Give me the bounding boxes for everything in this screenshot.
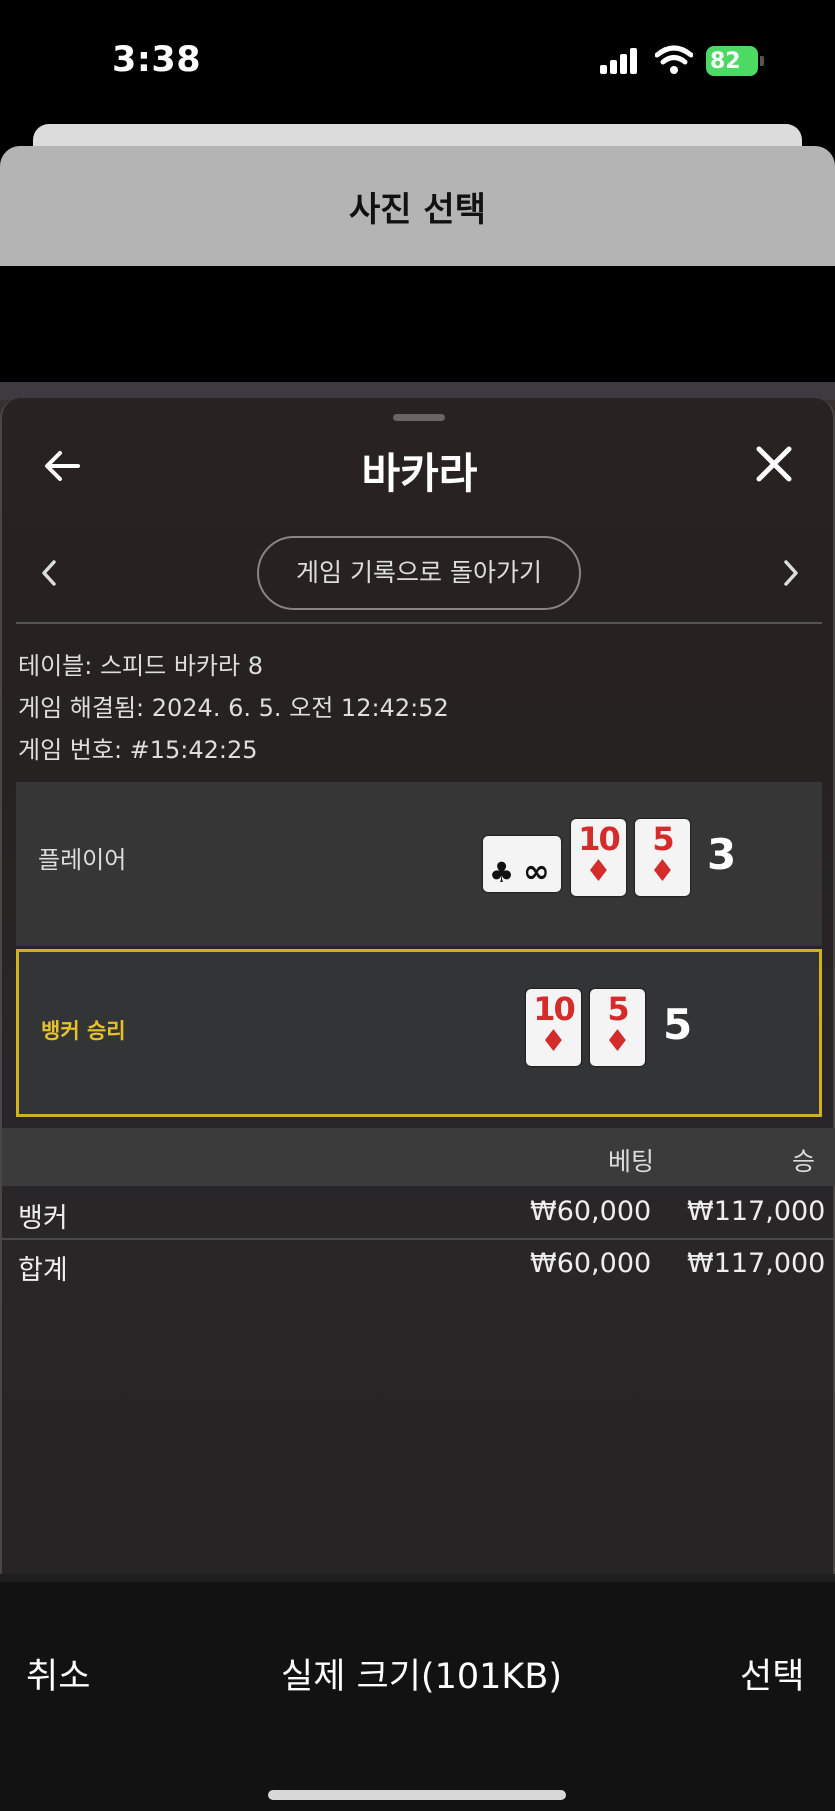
status-time: 3:38: [112, 40, 202, 80]
cellular-signal-icon: [600, 48, 640, 74]
divider: [16, 622, 822, 624]
banker-win-label: 뱅커 승리: [41, 1019, 126, 1043]
player-card-1: 10 ♦: [571, 819, 626, 896]
table-row: 합계 ₩60,000 ₩117,000: [2, 1240, 835, 1290]
row-bet: ₩60,000: [530, 1248, 652, 1279]
player-card-2: 5 ♦: [635, 819, 690, 896]
battery-level: 82: [710, 49, 741, 74]
player-hand-row: 플레이어 ♣ ∞ 10 ♦ 5 ♦ 3: [16, 782, 822, 946]
diamond-suit-icon: ♦: [649, 854, 676, 889]
resolved-time: 게임 해결됨: 2024. 6. 5. 오전 12:42:52: [18, 694, 449, 722]
row-label: 합계: [18, 1255, 68, 1286]
row-bet: ₩60,000: [530, 1196, 652, 1227]
banker-card-2: 5 ♦: [590, 989, 645, 1066]
banker-score: 5: [663, 1000, 693, 1049]
game-detail-panel: 바카라 게임 기록으로 돌아가기 테이블: 스피드 바카라 8 게임 해결됨: …: [0, 398, 835, 1574]
wifi-icon: [655, 45, 693, 74]
card-rank: 10: [578, 820, 621, 858]
diamond-suit-icon: ♦: [585, 854, 612, 889]
status-bar: 3:38 82: [0, 0, 835, 125]
actual-size-button[interactable]: 실제 크기(101KB): [281, 1648, 562, 1699]
cancel-button[interactable]: 취소: [26, 1648, 90, 1699]
table-row: 뱅커 ₩60,000 ₩117,000: [2, 1188, 835, 1238]
card-rank: 10: [533, 990, 576, 1028]
club-suit-icon: ♣: [489, 856, 515, 889]
table-info: 테이블: 스피드 바카라 8: [18, 652, 263, 680]
back-to-history-button[interactable]: 게임 기록으로 돌아가기: [257, 536, 581, 610]
bottom-toolbar: 취소 실제 크기(101KB) 선택: [0, 1574, 835, 1811]
player-score: 3: [707, 830, 737, 879]
close-icon[interactable]: [754, 444, 794, 484]
banker-hand-row: 뱅커 승리 10 ♦ 5 ♦ 5: [16, 949, 822, 1117]
panel-title: 바카라: [361, 449, 478, 498]
sheet-title: 사진 선택: [349, 190, 486, 230]
sheet-header: 사진 선택: [0, 146, 835, 266]
row-win: ₩117,000: [687, 1248, 826, 1279]
bet-table-header: 베팅 승: [2, 1128, 835, 1186]
side-card: ♣ ∞: [483, 836, 561, 892]
card-rank: 5: [652, 820, 674, 858]
select-button[interactable]: 선택: [740, 1648, 804, 1699]
row-win: ₩117,000: [687, 1196, 826, 1227]
chevron-right-icon[interactable]: [780, 558, 802, 588]
diamond-suit-icon: ♦: [604, 1024, 631, 1059]
row-label: 뱅커: [18, 1203, 68, 1234]
win-column-header: 승: [792, 1147, 816, 1176]
card-rank: 5: [607, 990, 629, 1028]
home-indicator[interactable]: [268, 1790, 566, 1800]
game-number: 게임 번호: #15:42:25: [18, 736, 258, 764]
banker-card-1: 10 ♦: [526, 989, 581, 1066]
player-label: 플레이어: [38, 846, 127, 874]
chevron-left-icon[interactable]: [38, 558, 60, 588]
side-card-rank: ∞: [523, 852, 550, 890]
photo-preview: 바카라 게임 기록으로 돌아가기 테이블: 스피드 바카라 8 게임 해결됨: …: [0, 382, 835, 1574]
diamond-suit-icon: ♦: [540, 1024, 567, 1059]
panel-grabber: [393, 414, 445, 421]
battery-icon: 82: [706, 46, 764, 76]
bet-column-header: 베팅: [608, 1147, 655, 1176]
